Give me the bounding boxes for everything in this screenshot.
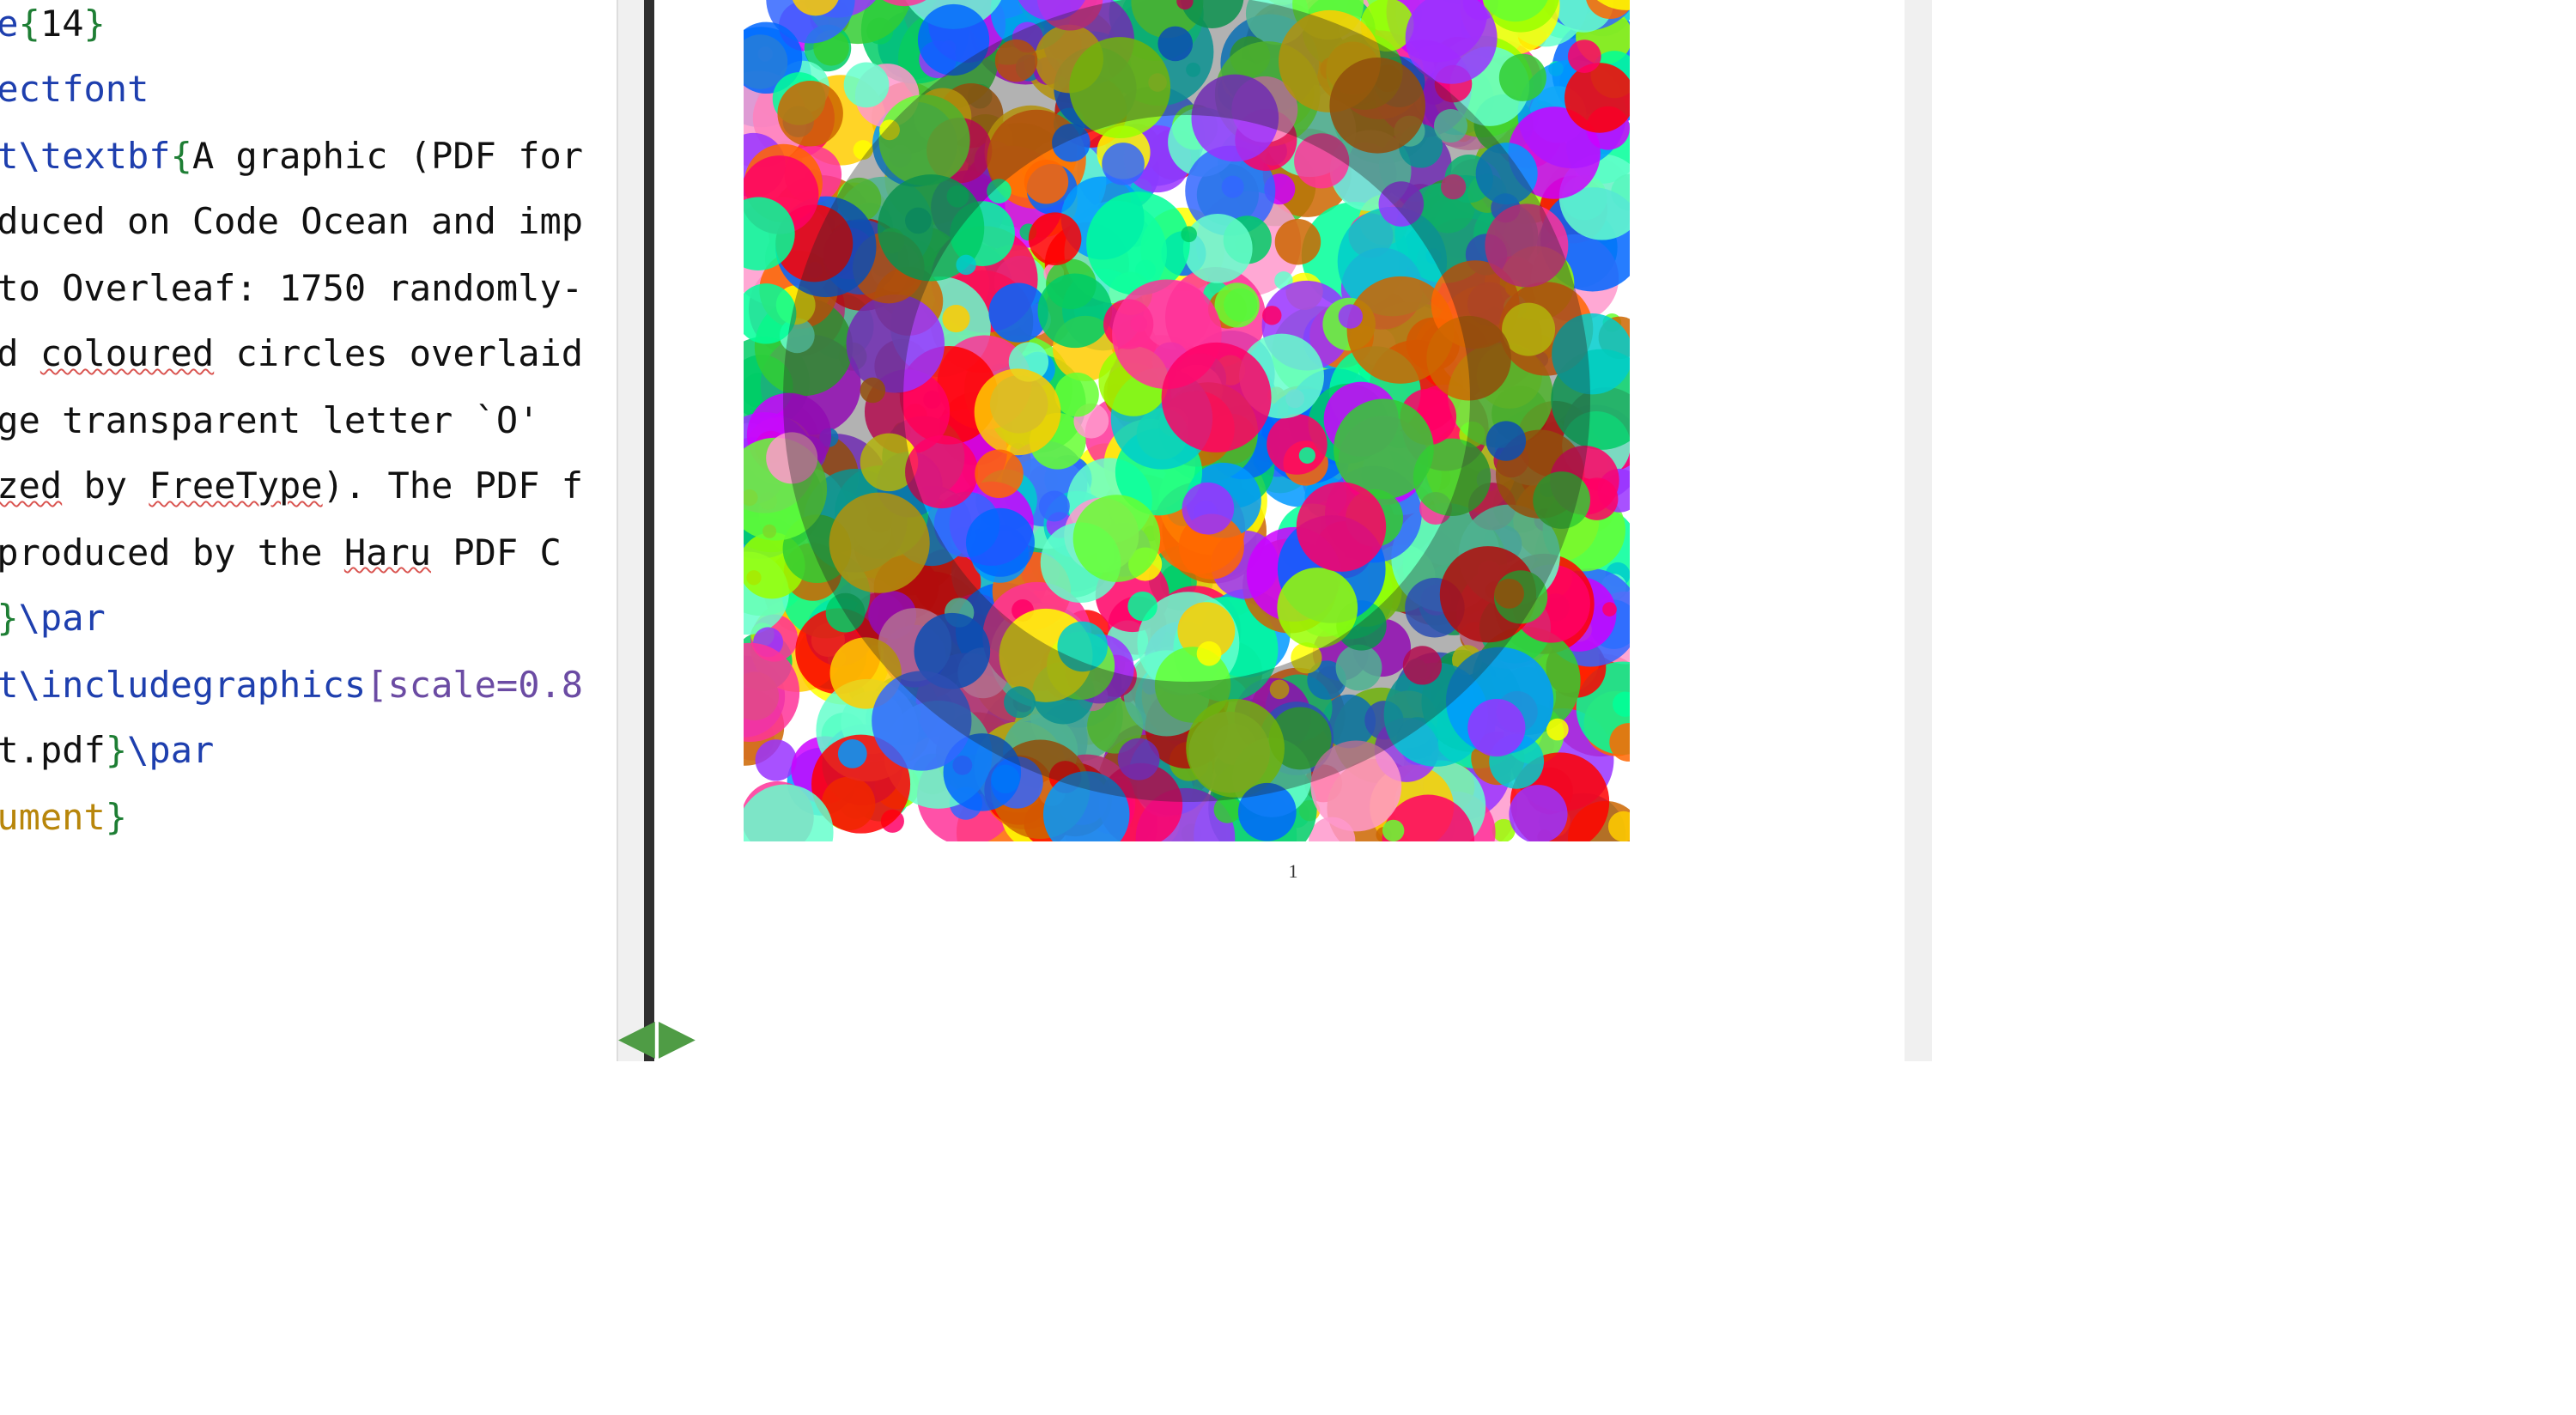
editor-panel: Source Rich Text Edit Find More ◀ bbox=[0, 0, 654, 1061]
pdf-graphic bbox=[744, 0, 1630, 841]
split-right-icon[interactable]: ▶ bbox=[659, 1008, 696, 1065]
split-left-icon[interactable]: ◀ bbox=[618, 1008, 655, 1065]
pdf-viewer[interactable]: A graphic (PDF format) produced on Code … bbox=[654, 0, 1932, 1061]
preview-scrollbar[interactable] bbox=[1905, 0, 1932, 1061]
code-editor[interactable]: \documentclass{article} \usepackage{grap… bbox=[0, 0, 617, 1061]
editor-scrollbar[interactable] bbox=[617, 0, 644, 1061]
preview-panel: ▶ Preview Manual Auto up-to-date and sav… bbox=[654, 0, 1932, 1061]
page-number: 1 bbox=[744, 862, 1843, 883]
